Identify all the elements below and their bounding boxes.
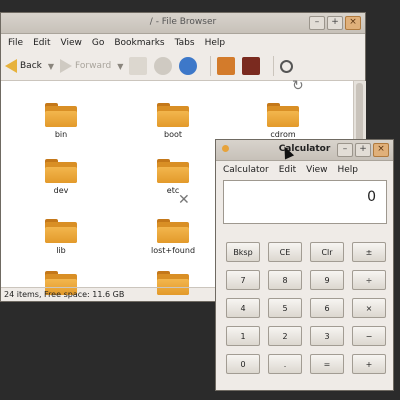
key-5[interactable]: 5 [268, 298, 302, 318]
maximize-button[interactable]: + [355, 143, 371, 157]
key-2[interactable]: 2 [268, 326, 302, 346]
menu-calculator[interactable]: Calculator [218, 165, 274, 175]
home-icon[interactable] [217, 57, 236, 75]
folder-label: etc [166, 186, 180, 195]
folder-item-lib[interactable]: lib [31, 219, 91, 255]
folder-item-bin[interactable]: bin [31, 103, 91, 139]
back-arrow-icon [5, 59, 17, 73]
key-clear-entry[interactable]: CE [268, 242, 302, 262]
close-button[interactable]: × [373, 143, 389, 157]
folder-icon [157, 103, 189, 127]
menu-help[interactable]: Help [333, 165, 364, 175]
refresh-icon[interactable] [179, 57, 198, 75]
folder-label: dev [53, 186, 69, 195]
menu-view[interactable]: View [56, 38, 87, 48]
menu-edit[interactable]: Edit [28, 38, 55, 48]
key-backspace[interactable]: Bksp [226, 242, 260, 262]
folder-item-lost-found[interactable]: lost+found [143, 219, 203, 255]
back-history-chevron-icon[interactable]: ▼ [48, 62, 54, 71]
folder-label: cdrom [270, 130, 296, 139]
folder-item-boot[interactable]: boot [143, 103, 203, 139]
menu-bookmarks[interactable]: Bookmarks [109, 38, 169, 48]
minimize-button[interactable]: – [309, 16, 325, 30]
calculator-titlebar[interactable]: Calculator – + × [216, 140, 393, 161]
folder-item-etc[interactable]: etc [143, 159, 203, 195]
back-label: Back [20, 61, 42, 71]
key-3[interactable]: 3 [310, 326, 344, 346]
menu-tabs[interactable]: Tabs [170, 38, 200, 48]
key-add[interactable]: + [352, 354, 386, 374]
stop-icon[interactable] [154, 57, 173, 75]
folder-icon [267, 103, 299, 127]
menu-file[interactable]: File [3, 38, 28, 48]
folder-icon [157, 159, 189, 183]
busy-cursor-icon: ↻ [292, 78, 304, 94]
x-cursor-icon: ✕ [178, 192, 190, 208]
folder-label: bin [54, 130, 68, 139]
close-button[interactable]: × [345, 16, 361, 30]
folder-icon [157, 219, 189, 243]
key-clear[interactable]: Clr [310, 242, 344, 262]
key-decimal[interactable]: . [268, 354, 302, 374]
minimize-button[interactable]: – [337, 143, 353, 157]
search-icon[interactable] [280, 59, 294, 73]
display-value: 0 [367, 189, 376, 205]
folder-item-cdrom[interactable]: cdrom [253, 103, 313, 139]
key-4[interactable]: 4 [226, 298, 260, 318]
up-arrow-icon[interactable] [129, 57, 148, 75]
file-browser-menubar: File Edit View Go Bookmarks Tabs Help [1, 34, 365, 52]
key-divide[interactable]: ÷ [352, 270, 386, 290]
key-8[interactable]: 8 [268, 270, 302, 290]
key-0[interactable]: 0 [226, 354, 260, 374]
back-button[interactable]: Back [5, 59, 42, 73]
menu-view[interactable]: View [301, 165, 332, 175]
key-7[interactable]: 7 [226, 270, 260, 290]
folder-label: boot [163, 130, 182, 139]
key-9[interactable]: 9 [310, 270, 344, 290]
toolbar-separator [210, 56, 212, 76]
calculator-window: Calculator – + × Calculator Edit View He… [215, 139, 394, 391]
folder-icon [45, 103, 77, 127]
menu-help[interactable]: Help [200, 38, 231, 48]
key-subtract[interactable]: − [352, 326, 386, 346]
folder-item-dev[interactable]: dev [31, 159, 91, 195]
forward-history-chevron-icon[interactable]: ▼ [117, 62, 123, 71]
calculator-menubar: Calculator Edit View Help [216, 161, 393, 179]
menu-edit[interactable]: Edit [274, 165, 301, 175]
file-browser-toolbar: Back ▼ Forward ▼ [1, 52, 365, 81]
folder-label: lost+found [150, 246, 196, 255]
calculator-display: 0 [223, 180, 387, 224]
toolbar-separator [273, 56, 275, 76]
key-1[interactable]: 1 [226, 326, 260, 346]
forward-arrow-icon [60, 59, 73, 73]
key-multiply[interactable]: × [352, 298, 386, 318]
forward-button[interactable]: Forward [60, 59, 111, 73]
forward-label: Forward [75, 61, 112, 71]
folder-icon [45, 159, 77, 183]
key-equals[interactable]: = [310, 354, 344, 374]
menu-go[interactable]: Go [87, 38, 109, 48]
computer-icon[interactable] [242, 57, 261, 75]
folder-label: lib [56, 246, 66, 255]
folder-icon [45, 219, 77, 243]
file-browser-titlebar[interactable]: / - File Browser – + × [1, 13, 365, 34]
key-6[interactable]: 6 [310, 298, 344, 318]
calculator-keypad: Bksp CE Clr ± 7 8 9 ÷ 4 5 6 × 1 2 3 − 0 … [226, 242, 386, 374]
key-plus-minus[interactable]: ± [352, 242, 386, 262]
maximize-button[interactable]: + [327, 16, 343, 30]
